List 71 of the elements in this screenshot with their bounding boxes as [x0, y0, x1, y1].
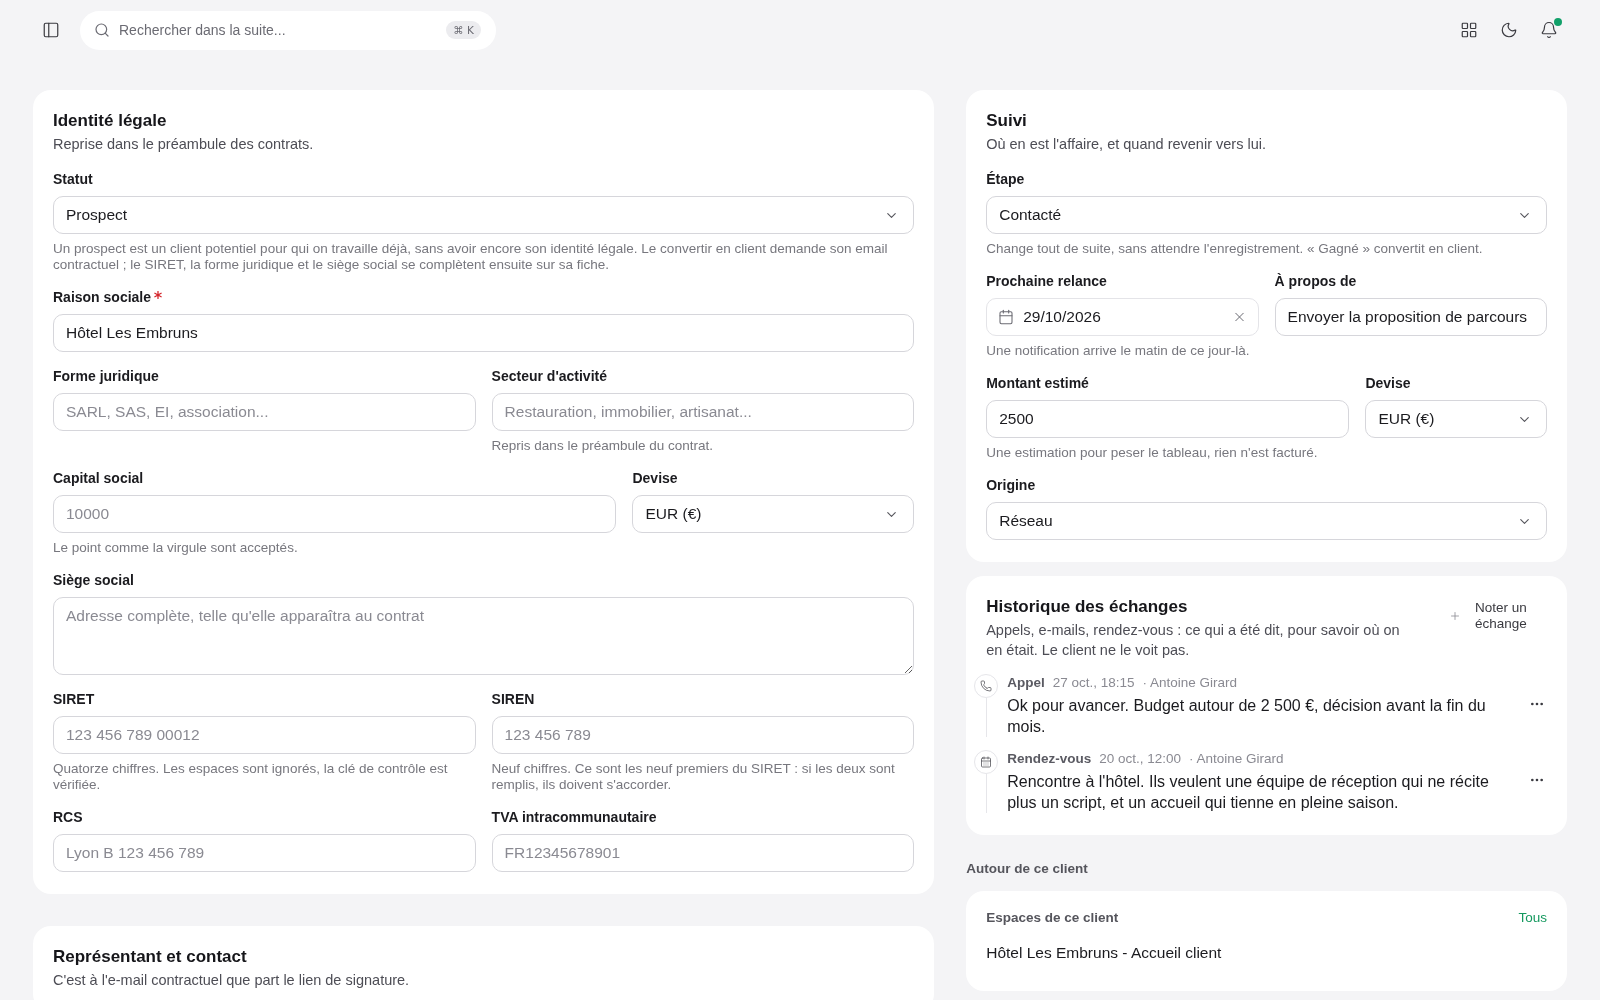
field-label: Prochaine relance: [986, 273, 1107, 290]
card-title: Représentant et contact: [53, 946, 248, 968]
card-title: Suivi: [986, 110, 1028, 132]
field-label: SIREN: [491, 691, 535, 708]
field-label: Siège social: [53, 572, 134, 589]
text-field[interactable]: Restauration, immobilier, artisanat...: [491, 393, 915, 431]
search-icon: [94, 22, 110, 38]
calendar-icon: [998, 309, 1015, 325]
field-label: Forme juridique: [53, 368, 159, 385]
date-field[interactable]: 29/10/2026: [986, 298, 1259, 336]
plus-icon: [1449, 610, 1461, 622]
text-field[interactable]: 123 456 789: [491, 716, 915, 754]
entry-author: · Antoine Girard: [1189, 750, 1284, 768]
field-label: Statut: [53, 171, 93, 188]
help-text: Une estimation pour peser le tableau, rien n'est facturé.: [986, 445, 1319, 461]
help-text: Le point comme la virgule sont acceptés.: [53, 540, 299, 556]
grid-icon[interactable]: [1460, 21, 1478, 39]
card-subtitle: C'est à l'e-mail contractuel que part le lien de signature.: [53, 971, 411, 990]
field-label: RCS: [53, 809, 83, 826]
card-title: Espaces de ce client: [986, 910, 1119, 926]
card-subtitle: Appels, e-mails, rendez-vous : ce qui a été dit, pour savoir où on en était. Le client ne le voit pas.: [986, 621, 1401, 660]
help-text: Neuf chiffres. Ce sont les neuf premiers du SIRET : si les deux sont remplis, ils doivent s'accorder.: [491, 761, 896, 793]
text-field[interactable]: FR12345678901: [491, 834, 915, 872]
help-text: Change tout de suite, sans attendre l'enregistrement. « Gagné » convertit en client.: [986, 241, 1484, 257]
add-exchange-button[interactable]: Noter un échange: [1439, 596, 1547, 636]
entry-text: Ok pour avancer. Budget autour de 2 500 €, décision avant la fin du mois.: [1007, 696, 1487, 737]
text-field[interactable]: 10000: [53, 495, 617, 533]
field-label: Devise: [632, 470, 678, 487]
entry-date: 27 oct., 18:15: [1052, 674, 1135, 692]
card-title: Historique des échanges: [986, 596, 1189, 618]
notifications-icon[interactable]: [1540, 21, 1558, 39]
help-text: Une notification arrive le matin de ce jour-là.: [986, 343, 1251, 359]
select-field[interactable]: EUR (€): [632, 495, 915, 533]
entry-type: Appel: [1007, 674, 1045, 692]
help-text: Repris dans le préambule du contrat.: [491, 438, 714, 454]
text-field[interactable]: Hôtel Les Embruns: [53, 314, 915, 352]
text-field[interactable]: Lyon B 123 456 789: [53, 834, 476, 872]
text-field[interactable]: 2500: [986, 400, 1350, 438]
field-label: Secteur d'activité: [491, 368, 607, 385]
field-label: Capital social: [53, 470, 144, 487]
select-field[interactable]: EUR (€): [1365, 400, 1547, 438]
select-field[interactable]: Prospect: [53, 196, 915, 234]
field-label: À propos de: [1274, 273, 1357, 290]
entry-type: Rendez-vous: [1007, 750, 1092, 768]
text-field[interactable]: 123 456 789 00012: [53, 716, 476, 754]
field-label: Montant estimé: [986, 375, 1089, 392]
textarea-field[interactable]: Adresse complète, telle qu'elle apparaîtra au contrat: [53, 597, 915, 675]
see-all-link[interactable]: Tous: [1518, 910, 1547, 926]
help-text: Quatorze chiffres. Les espaces sont ignorés, la clé de contrôle est vérifiée.: [53, 761, 449, 793]
field-label: SIRET: [53, 691, 95, 708]
entry-author: · Antoine Girard: [1142, 674, 1238, 692]
select-field[interactable]: Réseau: [986, 502, 1547, 540]
space-item[interactable]: Hôtel Les Embruns - Accueil client: [986, 943, 1547, 963]
card-title: Identité légale: [53, 110, 168, 132]
select-field[interactable]: Contacté: [986, 196, 1547, 234]
section-heading: Autour de ce client: [966, 861, 1089, 877]
moon-icon[interactable]: [1500, 21, 1518, 39]
field-label: Raison sociale: [53, 289, 152, 306]
help-text: Un prospect est un client potentiel pour qui on travaille déjà, sans avoir encore son identité légale. Le convertir en client demande son email contractuel ; le SIRET, la forme juridique et le siège social se complètent ensuite sur sa fiche.: [53, 241, 889, 273]
text-field[interactable]: Envoyer la proposition de parcours: [1274, 298, 1547, 336]
text-field[interactable]: SARL, SAS, EI, association...: [53, 393, 476, 431]
card-subtitle: Où en est l'affaire, et quand revenir vers lui.: [986, 135, 1267, 154]
field-label: Devise: [1365, 375, 1411, 392]
field-label: TVA intracommunautaire: [491, 809, 657, 826]
sidebar-toggle-icon[interactable]: [42, 21, 60, 39]
field-label: Étape: [986, 171, 1025, 188]
shortcut-hint: ⌘ K: [446, 21, 481, 39]
entry-text: Rencontre à l'hôtel. Ils veulent une équipe de réception qui ne récite plus un script, et un accueil qui tienne en pleine saison.: [1007, 772, 1490, 813]
card-subtitle: Reprise dans le préambule des contrats.: [53, 135, 315, 154]
field-label: Origine: [986, 477, 1036, 494]
entry-date: 20 oct., 12:00: [1099, 750, 1181, 768]
